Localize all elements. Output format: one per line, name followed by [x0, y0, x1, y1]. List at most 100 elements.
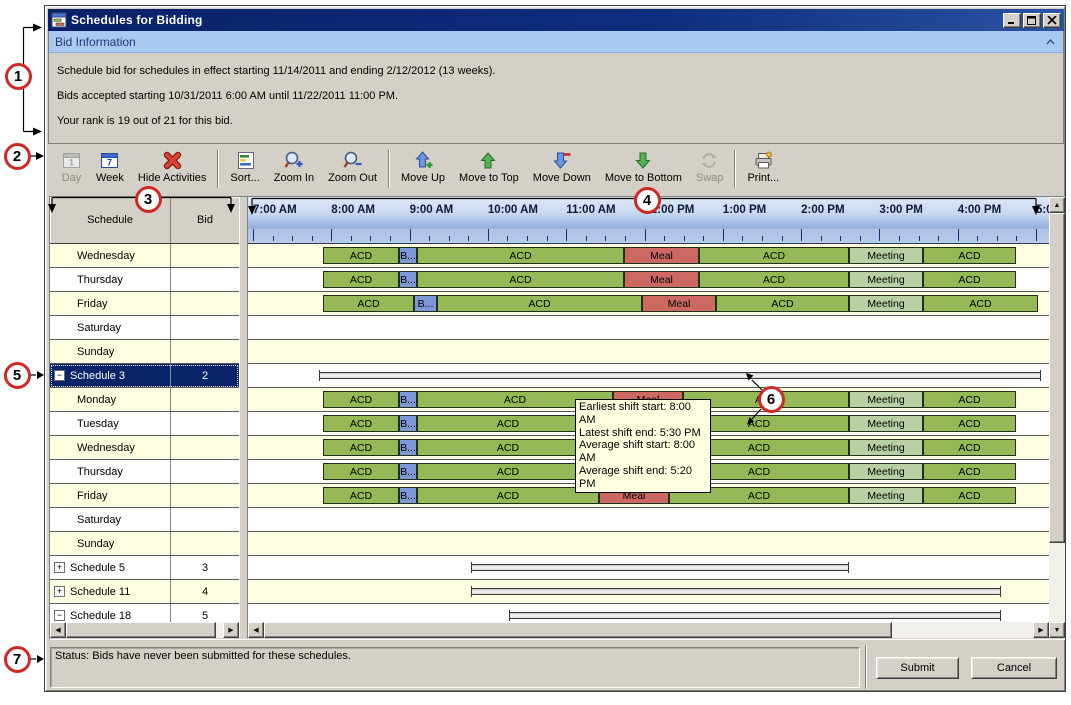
move-to-bottom-button[interactable]: Move to Bottom [598, 147, 689, 185]
move-to-top-button[interactable]: Move to Top [452, 147, 526, 185]
meeting-activity-bar[interactable]: Meeting [849, 295, 923, 312]
minimize-button[interactable] [1003, 13, 1021, 28]
sort-button[interactable]: Sort... [223, 147, 266, 185]
acd-activity-bar[interactable]: ACD [323, 391, 399, 408]
scroll-down-button[interactable]: ▼ [1049, 622, 1065, 638]
break-activity-bar[interactable]: B... [414, 295, 437, 312]
acd-activity-bar[interactable]: ACD [417, 271, 624, 288]
acd-activity-bar[interactable]: ACD [323, 271, 399, 288]
schedule-row-saturday-3[interactable]: Saturday [50, 316, 239, 340]
splitter[interactable] [239, 197, 248, 638]
scroll-up-button[interactable]: ▲ [1049, 197, 1065, 213]
acd-activity-bar[interactable]: ACD [437, 295, 642, 312]
schedule-row-thursday-9[interactable]: Thursday [50, 460, 239, 484]
acd-activity-bar[interactable]: ACD [923, 295, 1038, 312]
move-down-button[interactable]: Move Down [526, 147, 598, 185]
chart-scroll-left-button[interactable]: ◀ [248, 622, 264, 638]
summary-bar[interactable] [319, 372, 1041, 379]
bid-column-header[interactable]: Bid [171, 197, 239, 243]
collapse-row-icon[interactable]: − [54, 370, 65, 381]
schedule-row-monday-6[interactable]: Monday [50, 388, 239, 412]
schedule-row-saturday-11[interactable]: Saturday [50, 508, 239, 532]
meeting-activity-bar[interactable]: Meeting [849, 391, 923, 408]
break-activity-bar[interactable]: B... [399, 415, 417, 432]
acd-activity-bar[interactable]: ACD [417, 415, 599, 432]
break-activity-bar[interactable]: B... [399, 247, 417, 264]
meeting-activity-bar[interactable]: Meeting [849, 439, 923, 456]
vscrollbar[interactable]: ▲ ▼ [1049, 197, 1065, 638]
schedule-column-header[interactable]: Schedule [50, 197, 171, 243]
chart-hscrollbar[interactable]: ◀ ▶ [248, 622, 1049, 638]
hide-activities-button[interactable]: Hide Activities [131, 147, 213, 185]
schedule-row-schedule-11-14[interactable]: +Schedule 114 [50, 580, 239, 604]
acd-activity-bar[interactable]: ACD [923, 439, 1016, 456]
expand-row-icon[interactable]: + [54, 562, 65, 573]
acd-activity-bar[interactable]: ACD [323, 487, 399, 504]
schedule-row-wednesday-0[interactable]: Wednesday [50, 244, 239, 268]
swap-button[interactable]: Swap [689, 147, 731, 185]
acd-activity-bar[interactable]: ACD [923, 415, 1016, 432]
acd-activity-bar[interactable]: ACD [417, 463, 599, 480]
expand-row-icon[interactable]: + [54, 586, 65, 597]
schedule-row-sunday-4[interactable]: Sunday [50, 340, 239, 364]
meeting-activity-bar[interactable]: Meeting [849, 415, 923, 432]
meeting-activity-bar[interactable]: Meeting [849, 463, 923, 480]
maximize-button[interactable] [1023, 13, 1041, 28]
summary-bar[interactable] [509, 612, 1001, 619]
summary-bar[interactable] [471, 588, 1001, 595]
schedule-row-schedule-18-15[interactable]: −Schedule 185 [50, 604, 239, 622]
acd-activity-bar[interactable]: ACD [417, 439, 599, 456]
break-activity-bar[interactable]: B... [399, 487, 417, 504]
meeting-activity-bar[interactable]: Meeting [849, 487, 923, 504]
acd-activity-bar[interactable]: ACD [923, 247, 1016, 264]
cancel-button[interactable]: Cancel [971, 657, 1057, 679]
schedule-row-friday-2[interactable]: Friday [50, 292, 239, 316]
zoom-in-button[interactable]: Zoom In [267, 147, 321, 185]
day-button[interactable]: 1Day [54, 147, 89, 185]
schedule-row-wednesday-8[interactable]: Wednesday [50, 436, 239, 460]
acd-activity-bar[interactable]: ACD [923, 463, 1016, 480]
meal-activity-bar[interactable]: Meal [624, 271, 699, 288]
acd-activity-bar[interactable]: ACD [923, 487, 1016, 504]
acd-activity-bar[interactable]: ACD [923, 271, 1016, 288]
vscroll-thumb[interactable] [1049, 213, 1065, 543]
acd-activity-bar[interactable]: ACD [417, 247, 624, 264]
meal-activity-bar[interactable]: Meal [624, 247, 699, 264]
acd-activity-bar[interactable]: ACD [323, 439, 399, 456]
acd-activity-bar[interactable]: ACD [417, 487, 599, 504]
acd-activity-bar[interactable]: ACD [699, 271, 849, 288]
close-button[interactable] [1043, 13, 1061, 28]
break-activity-bar[interactable]: B... [399, 439, 417, 456]
table-scroll-left-button[interactable]: ◀ [50, 622, 66, 638]
acd-activity-bar[interactable]: ACD [323, 463, 399, 480]
submit-button[interactable]: Submit [876, 657, 959, 679]
schedule-row-sunday-12[interactable]: Sunday [50, 532, 239, 556]
meeting-activity-bar[interactable]: Meeting [849, 247, 923, 264]
acd-activity-bar[interactable]: ACD [323, 415, 399, 432]
acd-activity-bar[interactable]: ACD [323, 247, 399, 264]
schedule-row-schedule-5-13[interactable]: +Schedule 53 [50, 556, 239, 580]
schedule-row-thursday-1[interactable]: Thursday [50, 268, 239, 292]
collapse-row-icon[interactable]: − [54, 610, 65, 621]
table-hscroll-thumb[interactable] [66, 622, 216, 638]
meeting-activity-bar[interactable]: Meeting [849, 271, 923, 288]
chart-scroll-right-button[interactable]: ▶ [1033, 622, 1049, 638]
break-activity-bar[interactable]: B... [399, 271, 417, 288]
break-activity-bar[interactable]: B... [399, 391, 417, 408]
collapse-icon[interactable] [1043, 35, 1057, 49]
acd-activity-bar[interactable]: ACD [923, 391, 1016, 408]
table-scroll-right-button[interactable]: ▶ [223, 622, 239, 638]
summary-bar[interactable] [471, 564, 849, 571]
schedule-row-tuesday-7[interactable]: Tuesday [50, 412, 239, 436]
break-activity-bar[interactable]: B... [399, 463, 417, 480]
schedule-row-friday-10[interactable]: Friday [50, 484, 239, 508]
acd-activity-bar[interactable]: ACD [699, 247, 849, 264]
week-button[interactable]: 7Week [89, 147, 131, 185]
acd-activity-bar[interactable]: ACD [323, 295, 414, 312]
move-up-button[interactable]: Move Up [394, 147, 452, 185]
print-button[interactable]: Print... [740, 147, 786, 185]
schedule-row-schedule-3-5[interactable]: −Schedule 32 [50, 364, 239, 388]
meal-activity-bar[interactable]: Meal [642, 295, 716, 312]
zoom-out-button[interactable]: Zoom Out [321, 147, 384, 185]
chart-hscroll-thumb[interactable] [264, 622, 892, 638]
